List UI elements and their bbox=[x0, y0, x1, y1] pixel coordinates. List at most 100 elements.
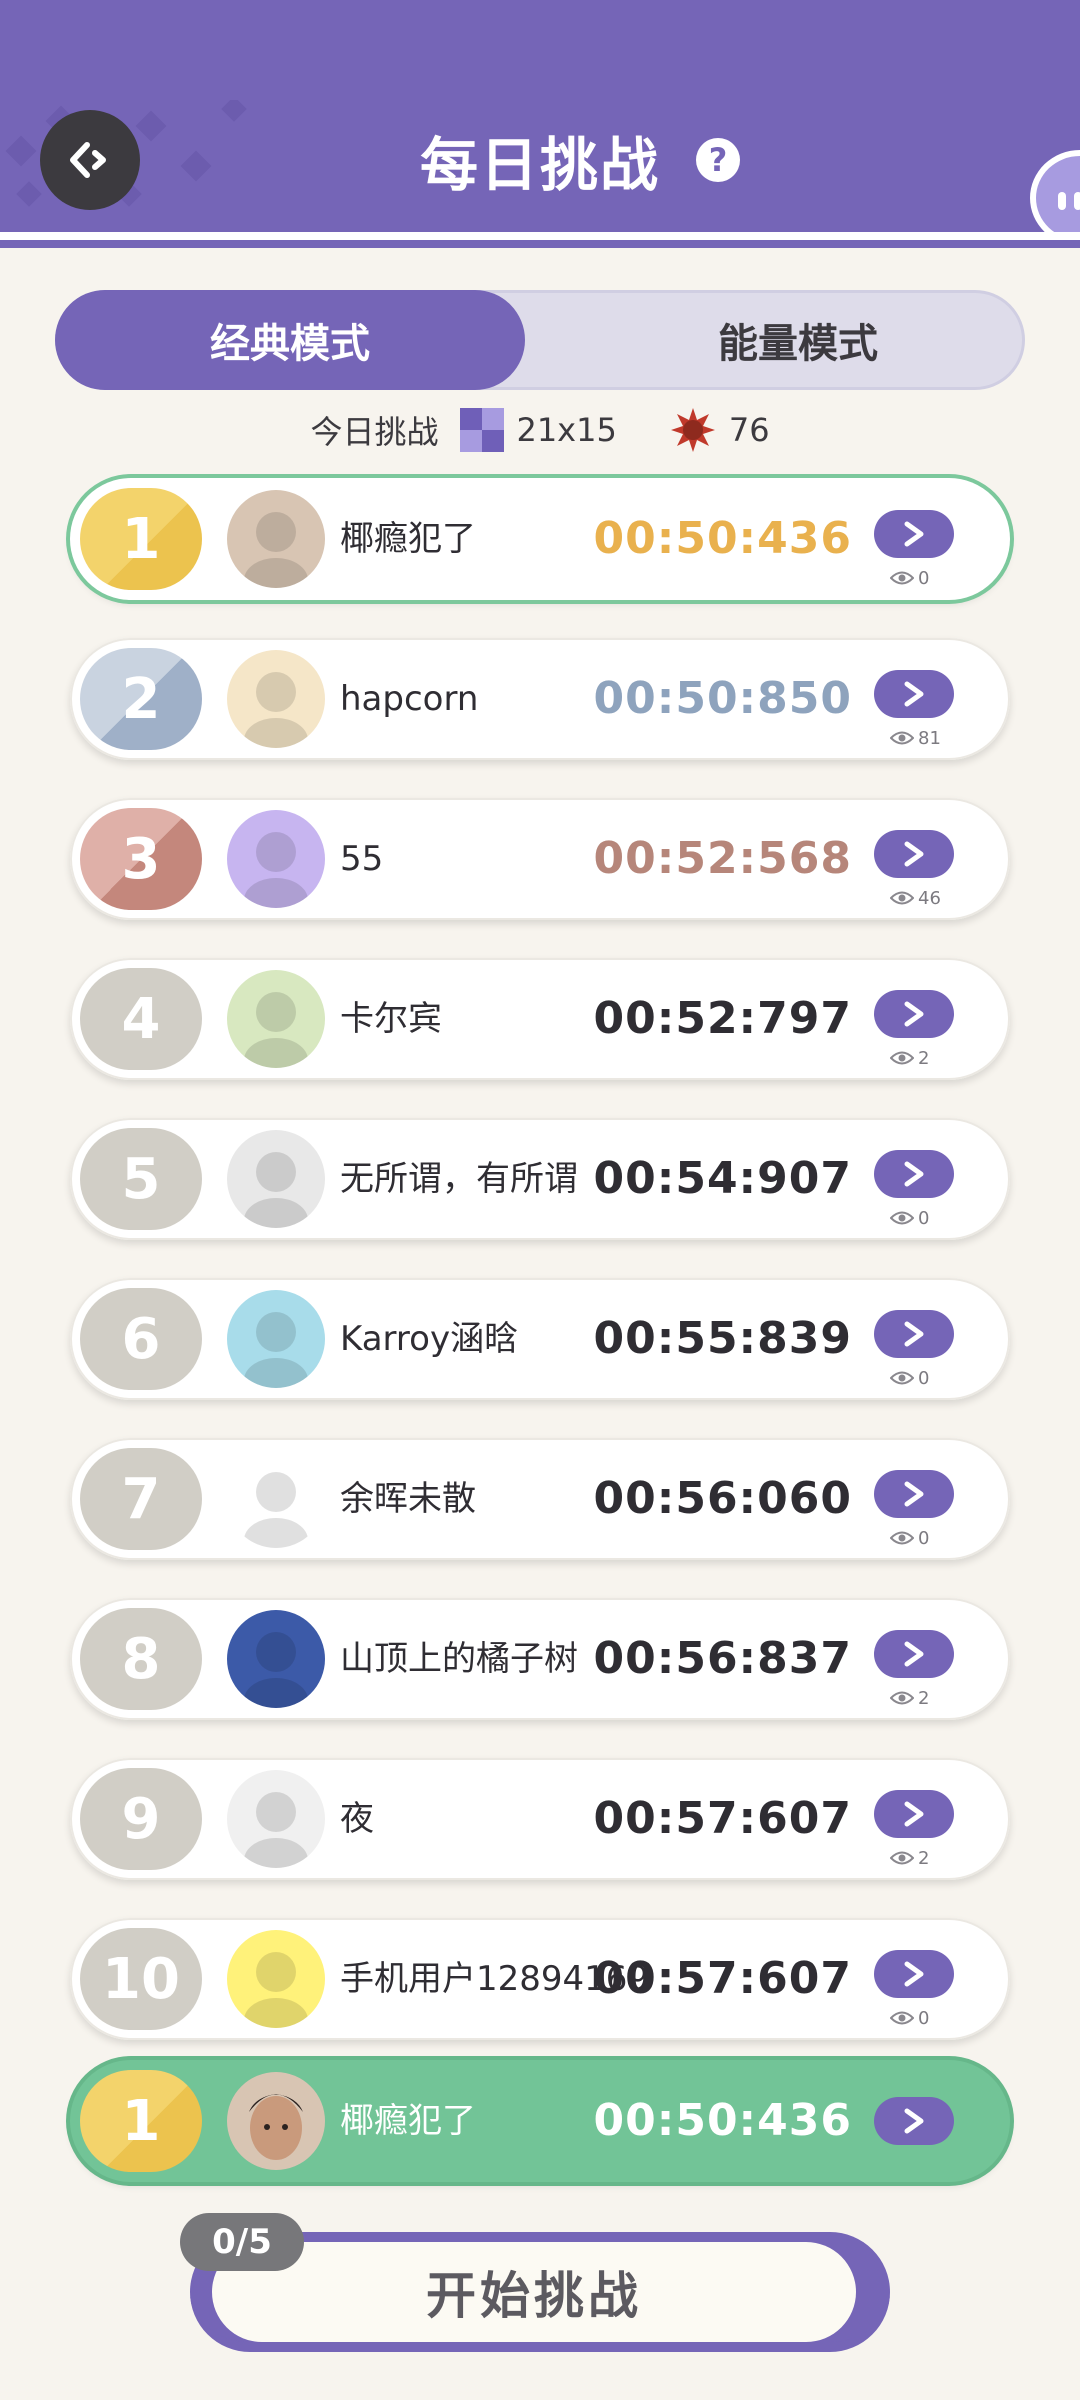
player-name: 余晖未散 bbox=[340, 1479, 476, 1519]
view-count-value: 0 bbox=[918, 1527, 930, 1549]
play-icon bbox=[904, 1961, 924, 1987]
avatar bbox=[227, 650, 325, 748]
header-divider bbox=[0, 232, 1080, 240]
replay-button[interactable] bbox=[874, 830, 954, 878]
leaderboard-row[interactable]: 6 Karroy涵晗 00:55:839 0 bbox=[70, 1278, 1010, 1400]
player-time: 00:50:436 bbox=[593, 513, 852, 564]
replay-button[interactable] bbox=[874, 1630, 954, 1678]
tab-classic-mode[interactable]: 经典模式 bbox=[55, 290, 525, 390]
help-icon[interactable]: ? bbox=[696, 138, 740, 182]
player-name: hapcorn bbox=[340, 679, 479, 719]
player-name: 夜 bbox=[340, 1799, 374, 1839]
player-time: 00:55:839 bbox=[593, 1313, 852, 1364]
my-rank-badge: 1 bbox=[80, 2070, 202, 2172]
replay-button[interactable] bbox=[874, 670, 954, 718]
my-name: 椰瘾犯了 bbox=[340, 2101, 476, 2141]
view-count: 46 bbox=[890, 886, 941, 910]
replay-button[interactable] bbox=[874, 1470, 954, 1518]
replay-button[interactable] bbox=[874, 990, 954, 1038]
view-count-value: 2 bbox=[918, 1047, 930, 1069]
eye-icon bbox=[890, 1691, 914, 1705]
rank-badge: 9 bbox=[80, 1768, 202, 1870]
rank-badge: 10 bbox=[80, 1928, 202, 2030]
leaderboard-row[interactable]: 4 卡尔宾 00:52:797 2 bbox=[70, 958, 1010, 1080]
view-count-value: 0 bbox=[918, 567, 930, 589]
rank-badge: 1 bbox=[80, 488, 202, 590]
player-name: 卡尔宾 bbox=[340, 999, 442, 1039]
player-time: 00:57:607 bbox=[593, 1793, 852, 1844]
player-time: 00:56:060 bbox=[593, 1473, 852, 1524]
challenge-info-label: 今日挑战 bbox=[310, 413, 439, 451]
replay-button[interactable] bbox=[874, 1150, 954, 1198]
player-time: 00:52:797 bbox=[593, 993, 852, 1044]
player-name: 55 bbox=[340, 839, 384, 879]
tab-energy-mode[interactable]: 能量模式 bbox=[578, 293, 1018, 387]
view-count: 0 bbox=[890, 1206, 929, 1230]
replay-button[interactable] bbox=[874, 1950, 954, 1998]
play-icon bbox=[904, 1161, 924, 1187]
start-challenge-button[interactable]: 开始挑战 bbox=[212, 2242, 856, 2342]
eye-icon bbox=[890, 731, 914, 745]
view-count-value: 81 bbox=[918, 727, 941, 749]
rank-badge: 4 bbox=[80, 968, 202, 1070]
player-name: 山顶上的橘子树 bbox=[340, 1639, 578, 1679]
leaderboard-row[interactable]: 8 山顶上的橘子树 00:56:837 2 bbox=[70, 1598, 1010, 1720]
avatar bbox=[227, 490, 325, 588]
my-rank-row[interactable]: 1 椰瘾犯了 00:50:436 bbox=[70, 2060, 1010, 2182]
rank-badge: 3 bbox=[80, 808, 202, 910]
leaderboard-row[interactable]: 7 余晖未散 00:56:060 0 bbox=[70, 1438, 1010, 1560]
avatar bbox=[227, 1450, 325, 1548]
leaderboard-row[interactable]: 2 hapcorn 00:50:850 81 bbox=[70, 638, 1010, 760]
player-time: 00:57:607 bbox=[593, 1953, 852, 2004]
player-time: 00:56:837 bbox=[593, 1633, 852, 1684]
eye-icon bbox=[890, 1371, 914, 1385]
challenge-info: 今日挑战 21x15 76 bbox=[0, 405, 1080, 455]
mine-count: 76 bbox=[728, 411, 770, 449]
avatar bbox=[227, 1610, 325, 1708]
rank-badge: 2 bbox=[80, 648, 202, 750]
replay-button[interactable] bbox=[874, 510, 954, 558]
avatar bbox=[227, 810, 325, 908]
replay-button[interactable] bbox=[874, 1310, 954, 1358]
player-time: 00:54:907 bbox=[593, 1153, 852, 1204]
view-count: 0 bbox=[890, 2006, 929, 2030]
avatar bbox=[227, 1930, 325, 2028]
leaderboard-row[interactable]: 3 55 00:52:568 46 bbox=[70, 798, 1010, 920]
my-time: 00:50:436 bbox=[593, 2095, 852, 2146]
play-icon bbox=[904, 1801, 924, 1827]
view-count: 81 bbox=[890, 726, 941, 750]
replay-button[interactable] bbox=[874, 1790, 954, 1838]
leaderboard-row[interactable]: 9 夜 00:57:607 2 bbox=[70, 1758, 1010, 1880]
mode-tabs: 经典模式 能量模式 bbox=[55, 290, 1025, 390]
play-icon bbox=[904, 521, 924, 547]
header-divider-accent bbox=[0, 240, 1080, 248]
player-name: Karroy涵晗 bbox=[340, 1319, 519, 1359]
avatar bbox=[227, 1130, 325, 1228]
leaderboard-row[interactable]: 10 手机用户12894169 00:57:607 0 bbox=[70, 1918, 1010, 2040]
leaderboard-row[interactable]: 1 椰瘾犯了 00:50:436 0 bbox=[70, 478, 1010, 600]
eye-icon bbox=[890, 1211, 914, 1225]
attempts-counter: 0/5 bbox=[180, 2213, 304, 2271]
rank-badge: 5 bbox=[80, 1128, 202, 1230]
view-count-value: 0 bbox=[918, 2007, 930, 2029]
player-time: 00:50:850 bbox=[593, 673, 852, 724]
eye-icon bbox=[890, 1531, 914, 1545]
leaderboard-row[interactable]: 5 无所谓，有所谓 00:54:907 0 bbox=[70, 1118, 1010, 1240]
play-icon bbox=[904, 1641, 924, 1667]
rank-badge: 6 bbox=[80, 1288, 202, 1390]
player-name: 无所谓，有所谓 bbox=[340, 1159, 578, 1199]
my-replay-button[interactable] bbox=[874, 2097, 954, 2145]
mine-icon bbox=[670, 408, 715, 452]
view-count-value: 2 bbox=[918, 1847, 930, 1869]
play-icon bbox=[904, 1001, 924, 1027]
eye-icon bbox=[890, 891, 914, 905]
view-count: 2 bbox=[890, 1046, 929, 1070]
play-icon bbox=[904, 841, 924, 867]
eye-icon bbox=[890, 2011, 914, 2025]
view-count: 2 bbox=[890, 1846, 929, 1870]
player-name: 椰瘾犯了 bbox=[340, 519, 476, 559]
eye-icon bbox=[890, 571, 914, 585]
view-count-value: 2 bbox=[918, 1687, 930, 1709]
play-icon bbox=[904, 1321, 924, 1347]
view-count-value: 0 bbox=[918, 1367, 930, 1389]
